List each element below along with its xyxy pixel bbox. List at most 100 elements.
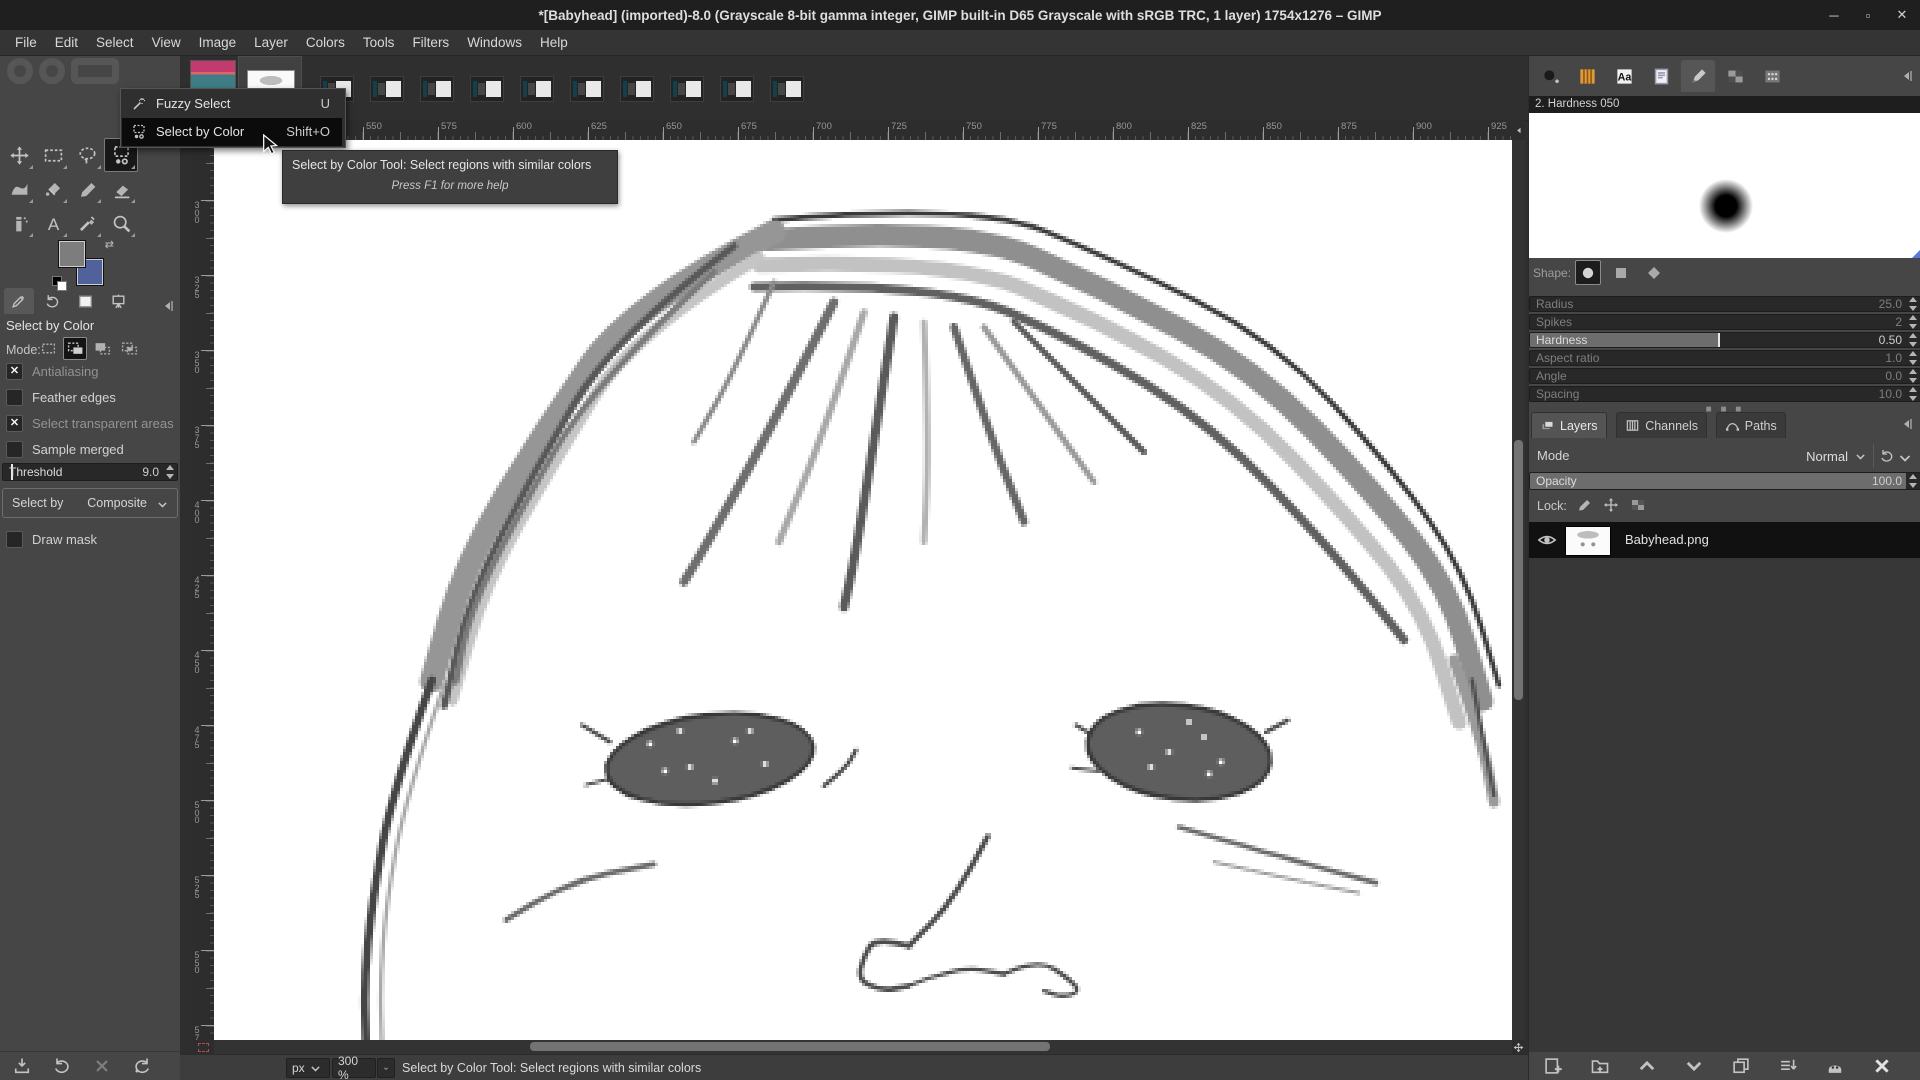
save-button[interactable] (12, 1056, 32, 1076)
tool-color-picker[interactable] (70, 206, 104, 240)
quick-mask-toggle[interactable] (192, 1040, 214, 1054)
threshold-slider[interactable]: Threshold 9.0 (2, 463, 178, 481)
image-tab-screenshot[interactable] (770, 76, 804, 102)
horizontal-ruler[interactable]: 5505756006256506757007257507758008258508… (214, 120, 1512, 141)
layer-mode-switch-button[interactable] (1879, 444, 1919, 468)
select-by-dropdown[interactable]: Select by Composite (2, 488, 178, 518)
slider-spinner[interactable] (1907, 351, 1918, 365)
checkbox[interactable] (6, 441, 23, 458)
tool-text[interactable]: A (36, 206, 70, 240)
slider-radius[interactable]: Radius25.0 (1529, 296, 1920, 312)
shape-square-button[interactable] (1608, 260, 1634, 285)
menu-layer[interactable]: Layer (245, 32, 297, 53)
checkbox[interactable] (6, 389, 23, 406)
tab-channels[interactable]: Channels (1616, 412, 1707, 438)
mode-intersect-button[interactable] (117, 337, 141, 360)
dock-tab-fonts[interactable]: Aa (1607, 60, 1641, 92)
unit-dropdown[interactable]: px (286, 1058, 330, 1078)
mode-subtract-button[interactable] (90, 337, 114, 360)
vertical-scrollbar-thumb[interactable] (1514, 440, 1523, 700)
dock-tab-document-history[interactable] (1644, 60, 1678, 92)
lock-move-button[interactable] (1600, 494, 1622, 516)
image-tab-screenshot[interactable] (720, 76, 754, 102)
new-layer-button[interactable] (1543, 1056, 1563, 1076)
horizontal-scrollbar[interactable] (214, 1040, 1512, 1054)
layer-visibility-eye-icon[interactable] (1537, 530, 1557, 550)
menu-select[interactable]: Select (87, 32, 143, 53)
restore-button[interactable] (52, 1056, 72, 1076)
menu-colors[interactable]: Colors (297, 32, 354, 53)
tool-rectangle-select[interactable] (36, 138, 70, 172)
image-tab-screenshot[interactable] (620, 76, 654, 102)
foreground-color-swatch[interactable] (58, 240, 86, 268)
preview-resize-handle[interactable] (1912, 249, 1920, 258)
tool-free-select[interactable] (70, 138, 104, 172)
layer-mode-dropdown[interactable]: Normal (1767, 444, 1867, 468)
menu-filters[interactable]: Filters (403, 32, 458, 53)
raise-button[interactable] (1637, 1056, 1657, 1076)
slider-angle[interactable]: Angle0.0 (1529, 368, 1920, 384)
horizontal-scrollbar-thumb[interactable] (530, 1042, 1050, 1051)
slider-spinner[interactable] (1907, 315, 1918, 329)
opacity-slider[interactable]: Opacity 100.0 (1529, 472, 1920, 490)
swap-colors-icon[interactable]: ⇄ (105, 238, 114, 251)
close-button[interactable]: ✕ (1894, 7, 1910, 23)
zoom-value-box[interactable]: 300 % (332, 1058, 376, 1078)
lower-button[interactable] (1684, 1056, 1704, 1076)
image-tab-screenshot[interactable] (370, 76, 404, 102)
image-tab-screenshot[interactable] (420, 76, 454, 102)
dock-tab-gradients[interactable] (1718, 60, 1752, 92)
mode-add-button[interactable] (63, 337, 87, 360)
slider-hardness[interactable]: Hardness0.50 (1529, 332, 1920, 348)
tool-airbrush[interactable] (2, 206, 36, 240)
checkbox[interactable]: ✕ (6, 363, 23, 380)
image-tab-screenshot[interactable] (470, 76, 504, 102)
lock-alpha-button[interactable] (1627, 494, 1649, 516)
new-group-button[interactable] (1590, 1056, 1610, 1076)
slider-spacing[interactable]: Spacing10.0 (1529, 386, 1920, 402)
menu-edit[interactable]: Edit (46, 32, 87, 53)
slider-spinner[interactable] (1907, 333, 1918, 347)
tool-transform[interactable] (2, 172, 36, 206)
delete-button[interactable] (92, 1056, 112, 1076)
reset-button[interactable] (132, 1056, 152, 1076)
dock-tab-tool-options[interactable] (4, 288, 34, 314)
duplicate-button[interactable] (1731, 1056, 1751, 1076)
shape-circle-button[interactable] (1575, 260, 1601, 285)
shape-diamond-button[interactable] (1641, 260, 1667, 285)
image-tab-screenshot[interactable] (570, 76, 604, 102)
tool-zoom[interactable] (104, 206, 138, 240)
dock-tab-device-status[interactable] (103, 288, 133, 314)
threshold-spinner[interactable] (164, 465, 175, 479)
slider-aspect-ratio[interactable]: Aspect ratio1.0 (1529, 350, 1920, 366)
menu-help[interactable]: Help (531, 32, 577, 53)
dock-tab-patterns[interactable] (1570, 60, 1604, 92)
image-canvas[interactable] (214, 140, 1512, 1040)
anchor-button[interactable] (1825, 1056, 1845, 1076)
panel-menu-icon[interactable] (160, 298, 176, 314)
opacity-spinner[interactable] (1907, 474, 1918, 488)
checkbox[interactable]: ✕ (6, 415, 23, 432)
lock-brush-button[interactable] (1573, 494, 1595, 516)
menu-tools[interactable]: Tools (354, 32, 404, 53)
menu-image[interactable]: Image (190, 32, 246, 53)
menu-view[interactable]: View (143, 32, 190, 53)
dock-tab-brush-editor[interactable] (1681, 60, 1715, 92)
tab-paths[interactable]: Paths (1716, 412, 1786, 438)
layer-row[interactable]: Babyhead.png (1529, 522, 1920, 558)
tool-move[interactable] (2, 138, 36, 172)
menu-file[interactable]: File (6, 32, 46, 53)
tool-eraser[interactable] (104, 172, 138, 206)
slider-spinner[interactable] (1907, 369, 1918, 383)
slider-spinner[interactable] (1907, 387, 1918, 401)
image-tab-screenshot[interactable] (670, 76, 704, 102)
canvas-corner-menu[interactable] (1512, 120, 1525, 140)
tab-layers[interactable]: Layers (1531, 412, 1607, 438)
maximize-button[interactable]: ▫ (1860, 8, 1876, 23)
mode-replace-button[interactable] (36, 337, 60, 360)
vertical-ruler[interactable]: 300325350375400425450475500525550575 (192, 140, 215, 1040)
minimize-button[interactable]: ─ (1826, 8, 1842, 23)
dock-tab-palettes[interactable] (1755, 60, 1789, 92)
tool-bucket-fill[interactable] (36, 172, 70, 206)
slider-spinner[interactable] (1907, 297, 1918, 311)
